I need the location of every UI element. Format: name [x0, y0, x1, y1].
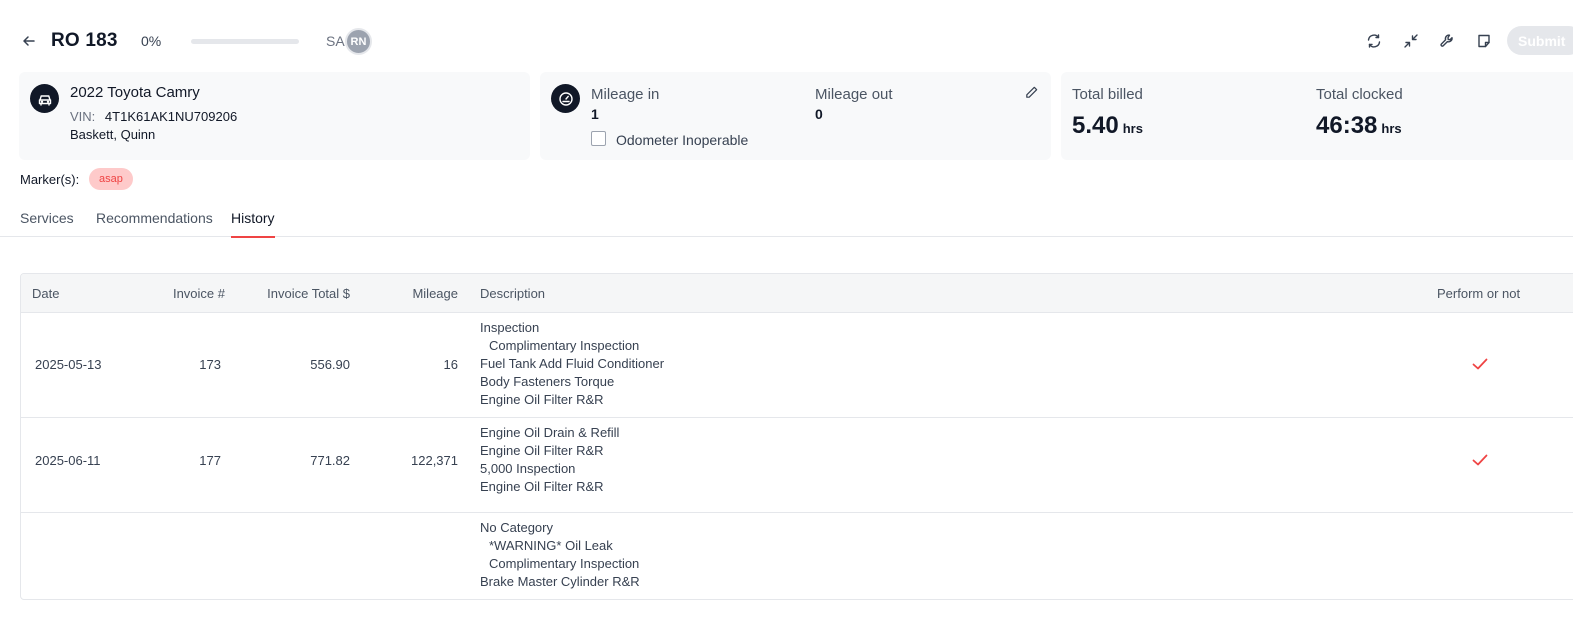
table-row[interactable]: No Category *WARNING* Oil Leak Complimenta…: [21, 513, 1573, 599]
back-button[interactable]: [18, 30, 40, 52]
cell-mileage: 16: [443, 357, 458, 372]
cell-invoice: 177: [199, 453, 221, 468]
progress-bar: [191, 39, 299, 44]
avatar[interactable]: RN: [345, 28, 372, 55]
description-line: Complimentary Inspection: [489, 338, 640, 353]
description-line: No Category: [480, 520, 553, 535]
cell-invoice-total: 771.82: [310, 453, 350, 468]
table-row[interactable]: 2025-06-11 177 771.82 122,371 Engine Oil Dra…: [21, 418, 1573, 513]
car-icon: [38, 94, 51, 106]
tab-bar: Services Recommendations History: [0, 200, 1573, 238]
note-icon: [1478, 34, 1490, 48]
odometer-inoperable-label: Odometer Inoperable: [616, 132, 749, 148]
mileage-in-value[interactable]: 1: [591, 106, 599, 122]
edit-mileage-button[interactable]: [1021, 82, 1041, 102]
tab-history[interactable]: History: [231, 210, 275, 238]
description-line: Complimentary Inspection: [489, 556, 640, 571]
page-title: RO 183: [51, 30, 118, 51]
totals-card: Total billed 5.40 hrs Total clocked 46:38…: [1061, 72, 1573, 160]
total-billed-label: Total billed: [1072, 86, 1143, 103]
refresh-icon: [1367, 34, 1381, 48]
collapse-button[interactable]: [1399, 29, 1423, 53]
description-line: Inspection: [480, 320, 540, 335]
table-row[interactable]: 2025-05-13 173 556.90 16 Inspection Complimen…: [21, 313, 1573, 418]
description-line: Engine Oil Filter R&R: [480, 479, 604, 494]
speedometer-icon-badge: [551, 84, 580, 113]
refresh-button[interactable]: [1362, 29, 1386, 53]
description-line: 5,000 Inspection: [480, 461, 576, 476]
vin-value: 4T1K61AK1NU709206: [104, 109, 238, 124]
vin-label: VIN:: [70, 109, 96, 124]
pencil-icon: [1025, 86, 1037, 98]
progress-percent: 0%: [141, 33, 162, 49]
mileage-card: Mileage in 1 Mileage out 0 Odometer Inop…: [540, 72, 1051, 160]
total-clocked-number: 46:38: [1316, 112, 1378, 139]
cell-invoice: 173: [199, 357, 221, 372]
table-header: Date Invoice # Invoice Total $ Mileage D…: [21, 274, 1573, 313]
column-header-invoice-total[interactable]: Invoice Total $: [267, 286, 350, 301]
header-bar: RO 183 0% SA RN Submit: [0, 0, 1573, 72]
cell-invoice-total: 556.90: [310, 357, 350, 372]
mileage-in-label: Mileage in: [591, 86, 660, 103]
description-line: Engine Oil Drain & Refill: [480, 425, 620, 440]
cell-description: Engine Oil Drain & Refill Engine Oil Filt…: [480, 424, 619, 496]
description-line: Brake Master Cylinder R&R: [480, 574, 640, 589]
service-advisor-label: SA: [326, 33, 345, 49]
cell-description: No Category *WARNING* Oil Leak Complimenta…: [480, 519, 640, 591]
description-line: *WARNING* Oil Leak: [489, 538, 613, 553]
tab-recommendations[interactable]: Recommendations: [96, 210, 213, 236]
tools-button[interactable]: [1435, 29, 1459, 53]
submit-button[interactable]: Submit: [1507, 26, 1573, 55]
column-header-perform[interactable]: Perform or not: [1437, 286, 1520, 301]
cell-description: Inspection Complimentary Inspection Fuel T…: [480, 319, 664, 409]
mileage-out-value[interactable]: 0: [815, 106, 823, 122]
odometer-inoperable-checkbox[interactable]: [591, 131, 606, 146]
cell-date: 2025-06-11: [35, 453, 101, 468]
total-clocked-label: Total clocked: [1316, 86, 1403, 103]
marker-badge[interactable]: asap: [89, 168, 133, 190]
description-line: Body Fasteners Torque: [480, 374, 615, 389]
cell-mileage: 122,371: [411, 453, 458, 468]
total-billed-number: 5.40: [1072, 112, 1119, 139]
total-clocked-unit: hrs: [1381, 121, 1402, 136]
performed-checkmark[interactable]: [1469, 449, 1491, 471]
vehicle-card: 2022 Toyota Camry VIN: 4T1K61AK1NU709206…: [19, 72, 530, 160]
checkmark-icon: [1472, 454, 1488, 466]
tab-services[interactable]: Services: [20, 210, 74, 236]
performed-checkmark[interactable]: [1469, 353, 1491, 375]
description-line: Engine Oil Filter R&R: [480, 443, 604, 458]
vin-row: VIN: 4T1K61AK1NU709206: [70, 109, 237, 124]
total-clocked-value: 46:38 hrs: [1316, 112, 1402, 140]
markers-label: Marker(s):: [20, 172, 80, 187]
total-billed-unit: hrs: [1122, 121, 1143, 136]
column-header-date[interactable]: Date: [32, 286, 59, 301]
total-billed-value: 5.40 hrs: [1072, 112, 1143, 140]
history-table: Date Invoice # Invoice Total $ Mileage D…: [20, 273, 1573, 600]
mileage-out-label: Mileage out: [815, 86, 893, 103]
customer-name: Baskett, Quinn: [70, 127, 156, 142]
cell-date: 2025-05-13: [35, 357, 102, 372]
car-icon-badge: [30, 84, 59, 113]
collapse-arrows-icon: [1404, 34, 1418, 48]
wrench-icon: [1440, 34, 1453, 47]
column-header-invoice[interactable]: Invoice #: [173, 286, 225, 301]
column-header-mileage[interactable]: Mileage: [412, 286, 458, 301]
checkmark-icon: [1472, 358, 1488, 370]
description-line: Fuel Tank Add Fluid Conditioner: [480, 356, 665, 371]
notes-button[interactable]: [1472, 29, 1496, 53]
speedometer-icon: [558, 91, 573, 106]
column-header-description[interactable]: Description: [480, 286, 545, 301]
vehicle-name: 2022 Toyota Camry: [70, 84, 200, 101]
description-line: Engine Oil Filter R&R: [480, 392, 604, 407]
arrow-left-icon: [23, 36, 35, 46]
